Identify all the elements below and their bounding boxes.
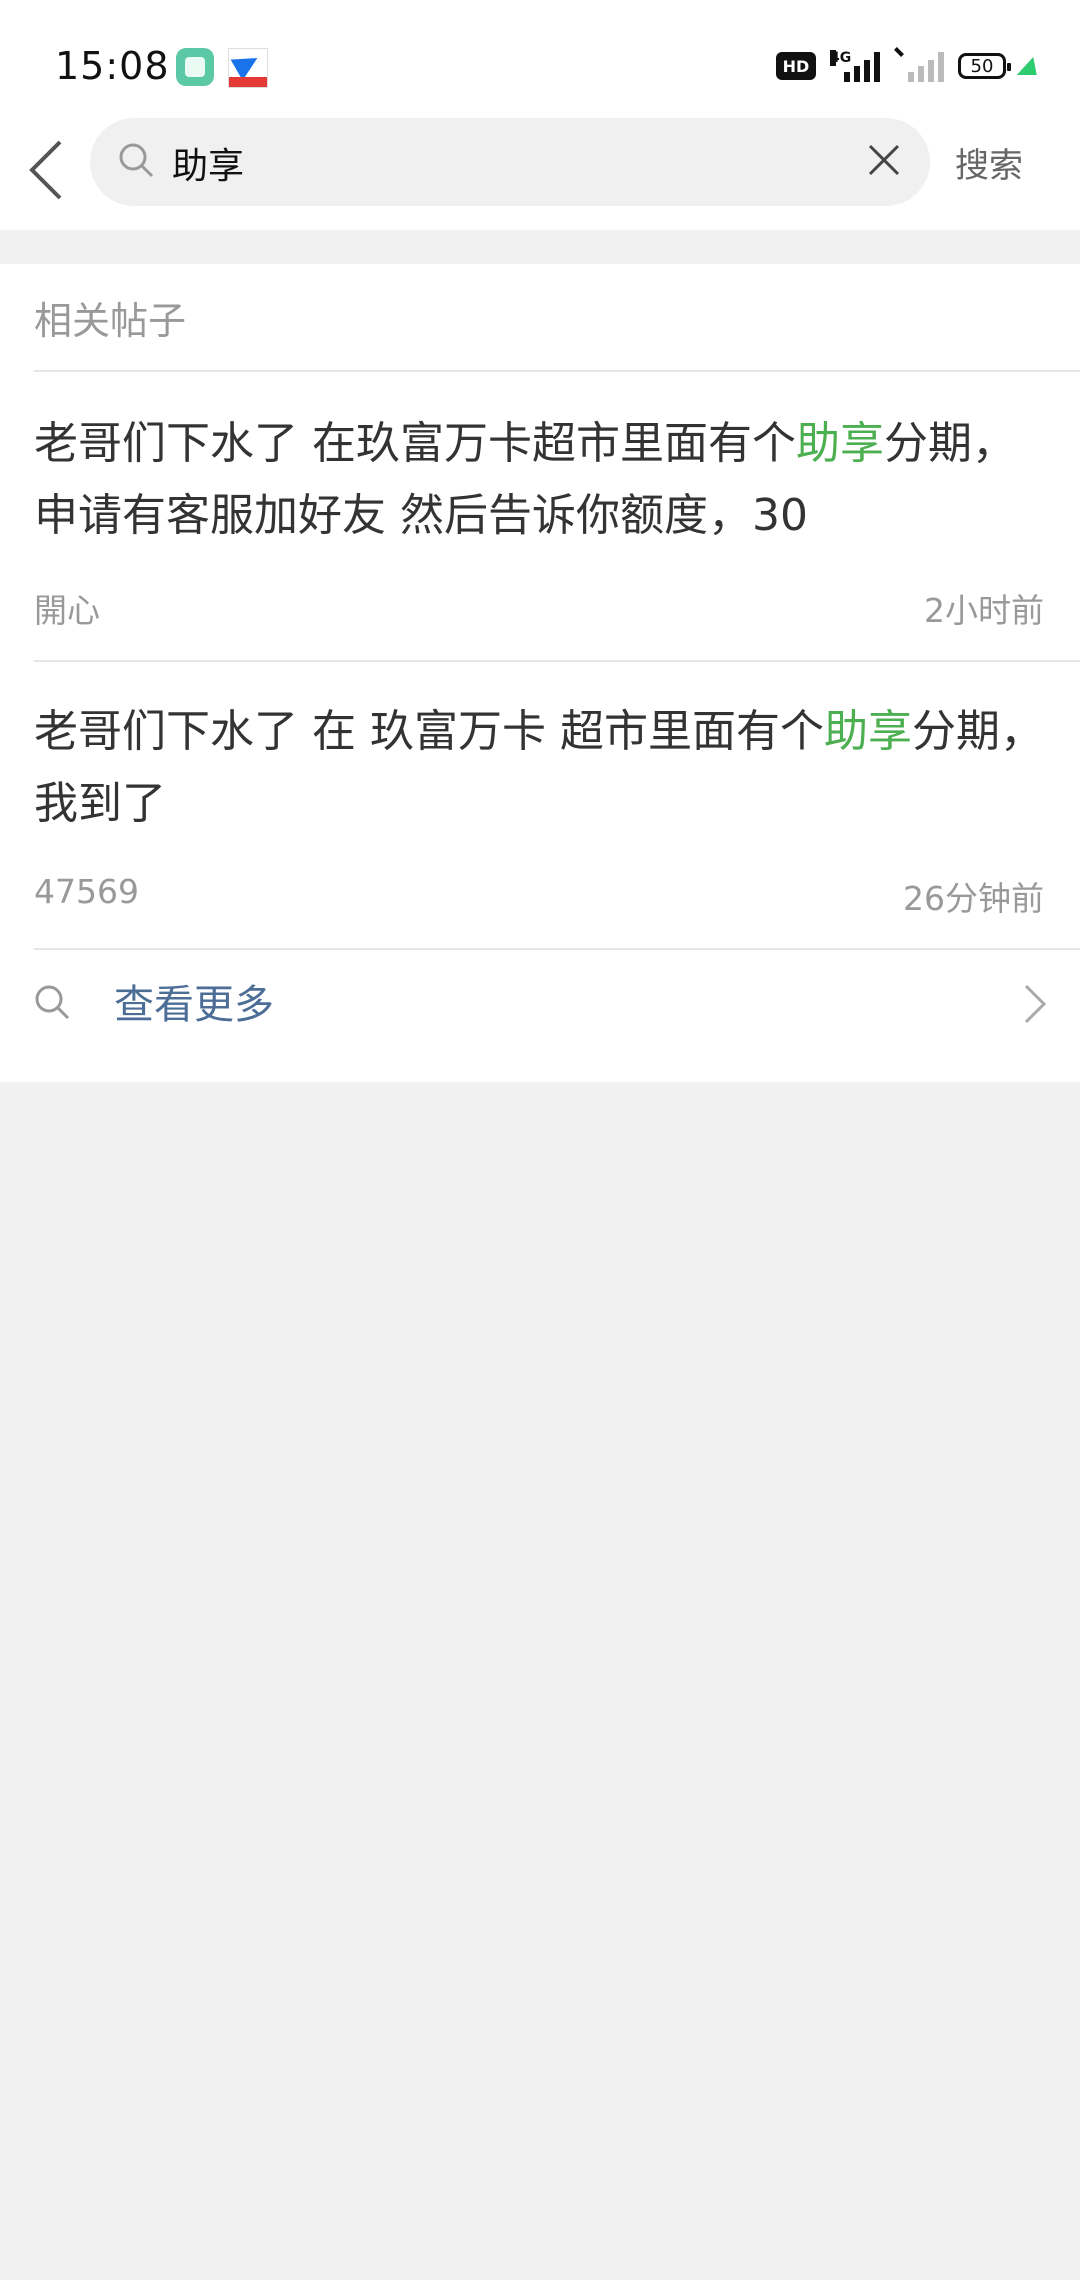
charging-icon <box>1016 57 1044 75</box>
post-time: 26分钟前 <box>903 879 1044 918</box>
keyword-highlight: 助享 <box>823 706 912 757</box>
network-type-label: 4G <box>830 50 852 66</box>
post-time: 2小时前 <box>924 591 1044 630</box>
post-item[interactable]: 老哥们下水了 在玖富万卡超市里面有个助享分期，申请有客服加好友 然后告诉你额度，… <box>34 408 1044 646</box>
chevron-left-icon <box>29 140 62 200</box>
keyword-highlight: 助享 <box>796 418 884 469</box>
divider <box>34 370 1080 372</box>
app-icon-paper-plane <box>228 47 268 88</box>
clear-icon[interactable] <box>862 138 906 182</box>
post-text: 老哥们下水了 在 玖富万卡 超市里面有个助享分期，我到了 <box>34 706 1044 829</box>
view-more-button[interactable]: 查看更多 <box>0 950 1080 1070</box>
post-author: 開心 <box>34 591 100 630</box>
section-title: 相关帖子 <box>34 299 187 343</box>
back-button[interactable] <box>20 130 80 210</box>
battery-level: 50 <box>970 55 994 77</box>
post-item[interactable]: 老哥们下水了 在 玖富万卡 超市里面有个助享分期，我到了 47569 26分钟前 <box>34 696 1044 934</box>
search-box[interactable] <box>90 118 930 206</box>
search-header: 搜索 <box>0 110 1080 230</box>
signal-icon: 4G <box>830 50 880 82</box>
status-time: 15:08 <box>55 44 170 88</box>
post-author: 47569 <box>34 872 139 911</box>
chevron-right-icon <box>1024 984 1047 1024</box>
divider <box>34 660 1080 662</box>
results-panel: 相关帖子 老哥们下水了 在玖富万卡超市里面有个助享分期，申请有客服加好友 然后告… <box>0 264 1080 1082</box>
search-icon <box>35 985 70 1020</box>
search-button[interactable]: 搜索 <box>955 138 1023 187</box>
status-icons: HD 4G 50 <box>776 46 1044 86</box>
search-icon <box>119 143 154 178</box>
post-text: 老哥们下水了 在玖富万卡超市里面有个助享分期，申请有客服加好友 然后告诉你额度，… <box>34 418 1016 541</box>
status-bar: 15:08 HD 4G 50 <box>0 0 1080 110</box>
search-input[interactable] <box>170 132 834 194</box>
battery-icon: 50 <box>958 53 1011 79</box>
hd-icon: HD <box>776 52 816 80</box>
signal-off-icon <box>894 47 944 82</box>
app-icon-green <box>176 48 214 86</box>
view-more-label: 查看更多 <box>114 982 274 1028</box>
